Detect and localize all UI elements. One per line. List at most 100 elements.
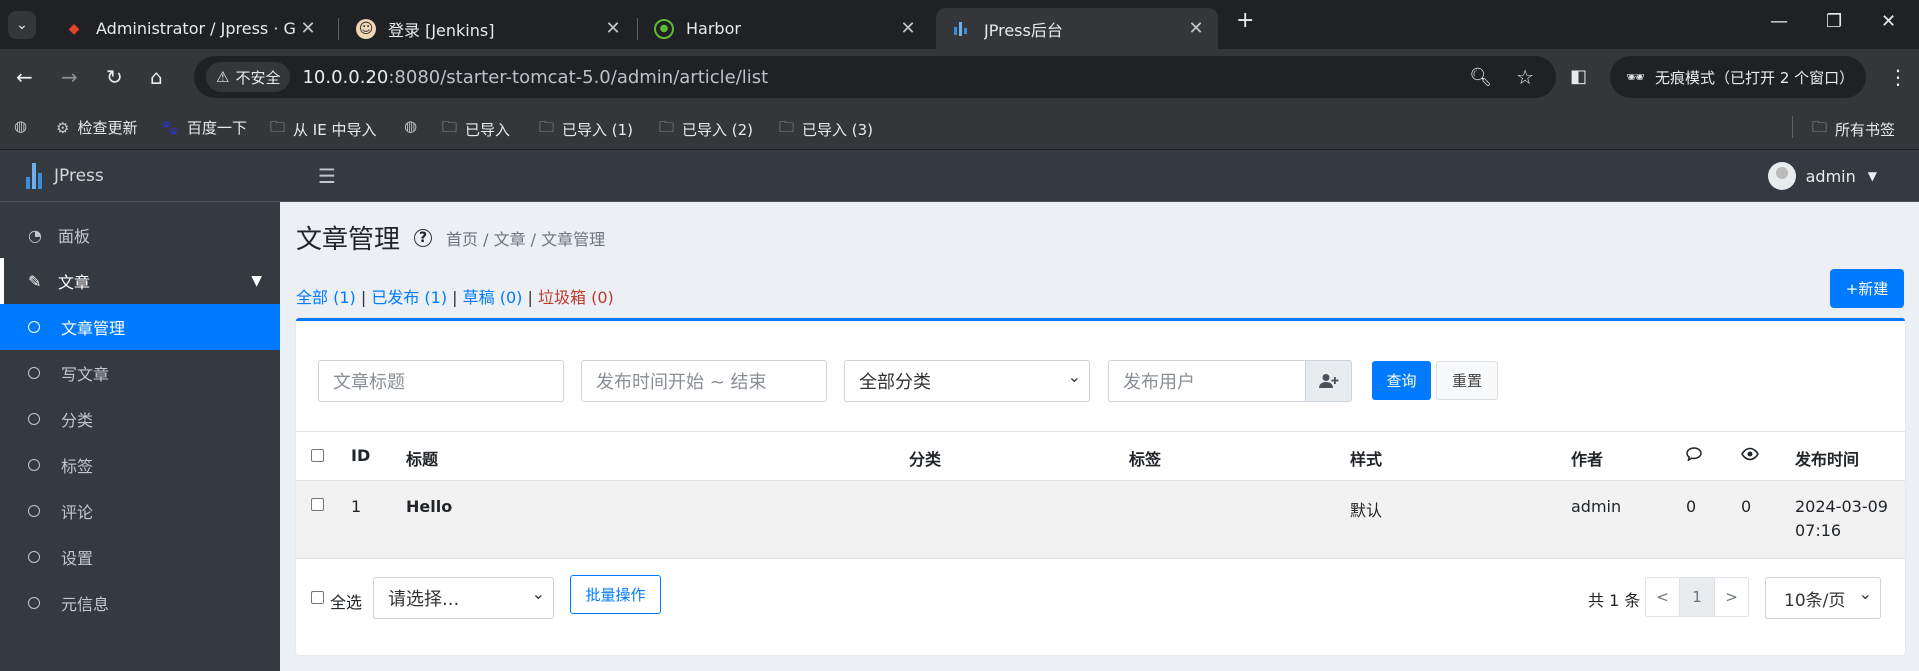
sidebar-item-article[interactable]: ✎ 文章 ▼ <box>0 258 280 304</box>
incognito-icon: 🕶︎ <box>1626 68 1646 86</box>
bookmark-label: 已导入 (1) <box>562 121 634 139</box>
menu-icon[interactable]: ⋮ <box>1888 64 1908 90</box>
sidebar-subitem-label: 写文章 <box>61 365 110 384</box>
close-icon[interactable]: ✕ <box>896 18 920 39</box>
table-footer: 全选 请选择... 批量操作 共 1 条 < 1 > 10条/页 <box>296 559 1905 655</box>
batch-action-button[interactable]: 批量操作 <box>570 575 661 614</box>
back-icon[interactable]: ← <box>16 64 33 90</box>
bookmark-imported-3[interactable]: 🗀 已导入 (3) <box>779 117 873 142</box>
sidebar-item-label: 文章 <box>58 273 91 292</box>
sidebar-subitem-tags[interactable]: 标签 <box>0 442 280 488</box>
user-picker-icon[interactable] <box>1305 360 1352 402</box>
filter-draft[interactable]: 草稿 (0) <box>463 288 523 307</box>
select-all-checkbox[interactable] <box>311 591 324 604</box>
date-range-input[interactable]: 发布时间开始 ~ 结束 <box>581 360 827 402</box>
globe-icon: ◍ <box>14 117 28 135</box>
sidebar-subitem-category[interactable]: 分类 <box>0 396 280 442</box>
sidebar-subitem-settings[interactable]: 设置 <box>0 534 280 580</box>
circle-icon <box>28 597 40 609</box>
side-panel-icon[interactable]: ◧ <box>1570 64 1587 90</box>
caret-down-icon: ▼ <box>1867 169 1877 183</box>
close-icon[interactable]: ✕ <box>601 18 625 39</box>
sidebar-item-label: 面板 <box>58 227 91 246</box>
bookmark-globe[interactable]: ◍ <box>14 117 35 135</box>
incognito-label: 无痕模式（已打开 2 个窗口） <box>1655 68 1855 87</box>
page-title: 文章管理 <box>296 225 401 255</box>
sidebar-subitem-write[interactable]: 写文章 <box>0 350 280 396</box>
brand[interactable]: JPress <box>0 150 280 202</box>
user-menu[interactable]: admin ▼ <box>1767 162 1877 190</box>
category-select[interactable]: 全部分类 <box>844 360 1090 402</box>
tab-gitlab[interactable]: ◆ Administrator / Jpress · GitLab ✕ <box>48 8 330 49</box>
star-icon[interactable]: ☆ <box>1516 65 1534 89</box>
bookmark-imported-1[interactable]: 🗀 已导入 (1) <box>539 117 633 142</box>
row-checkbox[interactable] <box>311 498 324 511</box>
page-size-select[interactable]: 10条/页 <box>1765 577 1881 619</box>
incognito-indicator[interactable]: 🕶︎ 无痕模式（已打开 2 个窗口） <box>1610 56 1866 98</box>
reset-button[interactable]: 重置 <box>1436 361 1498 400</box>
circle-icon <box>28 505 40 517</box>
bookmark-baidu[interactable]: 🐾︎ 百度一下 <box>160 117 247 138</box>
close-icon[interactable]: ✕ <box>1184 18 1208 39</box>
main-content: 文章管理 ? 首页 / 文章 / 文章管理 全部 (1) | 已发布 (1) |… <box>280 202 1919 671</box>
table-header: ID 标题 分类 标签 样式 作者 发布时间 <box>296 431 1905 481</box>
address-bar[interactable]: ⚠ 不安全 10.0.0.20:8080/starter-tomcat-5.0/… <box>194 56 1556 98</box>
bookmark-check-update[interactable]: ⚙ 检查更新 <box>56 117 137 138</box>
select-all-header-checkbox[interactable] <box>311 449 324 462</box>
gear-icon: ⚙ <box>56 118 70 137</box>
page-1-button[interactable]: 1 <box>1679 577 1715 617</box>
user-name: admin <box>1805 166 1856 186</box>
bookmark-globe-2[interactable]: ◍ <box>404 117 425 135</box>
tab-jenkins[interactable]: ☺ 登录 [Jenkins] ✕ <box>340 8 635 49</box>
close-icon[interactable]: ✕ <box>296 18 320 39</box>
forward-icon[interactable]: → <box>61 64 78 90</box>
prev-page-button[interactable]: < <box>1645 577 1680 617</box>
security-indicator[interactable]: ⚠ 不安全 <box>206 62 291 92</box>
sidebar-item-dashboard[interactable]: ◔ 面板 <box>0 212 280 258</box>
bookmark-ie-import[interactable]: 🗀 从 IE 中导入 <box>270 117 376 142</box>
bookmark-imported[interactable]: 🗀 已导入 <box>442 117 510 142</box>
bookmark-label: 百度一下 <box>187 119 248 137</box>
sidebar-subitem-comments[interactable]: 评论 <box>0 488 280 534</box>
select-all-label[interactable]: 全选 <box>330 589 362 613</box>
row-author: admin <box>1571 497 1622 516</box>
window-close-button[interactable]: ✕ <box>1881 11 1896 32</box>
next-page-button[interactable]: > <box>1714 577 1749 617</box>
col-id: ID <box>351 446 371 465</box>
url-host: 10.0.0.20 <box>302 66 389 88</box>
user-search-input[interactable]: 发布用户 <box>1108 360 1307 402</box>
minimize-button[interactable]: — <box>1770 11 1788 32</box>
new-article-button[interactable]: +新建 <box>1830 269 1904 308</box>
restore-button[interactable]: ❐ <box>1826 11 1842 32</box>
sidebar-subitem-meta[interactable]: 元信息 <box>0 580 280 626</box>
new-tab-button[interactable]: + <box>1236 8 1254 33</box>
tab-harbor[interactable]: ● Harbor ✕ <box>638 8 930 49</box>
title-search-input[interactable]: 文章标题 <box>318 360 564 402</box>
all-bookmarks[interactable]: 🗀 所有书签 <box>1812 117 1895 142</box>
zoom-icon[interactable]: 🔍︎ <box>1469 67 1492 88</box>
filter-published[interactable]: 已发布 (1) <box>371 288 447 307</box>
reload-icon[interactable]: ↻ <box>106 64 123 90</box>
query-button[interactable]: 查询 <box>1372 361 1431 400</box>
bookmark-imported-2[interactable]: 🗀 已导入 (2) <box>659 117 753 142</box>
help-icon[interactable]: ? <box>414 228 433 247</box>
circle-icon <box>28 551 40 563</box>
batch-action-select[interactable]: 请选择... <box>373 577 554 619</box>
row-title[interactable]: Hello <box>406 497 452 516</box>
bookmarks-bar: ◍ ⚙ 检查更新 🐾︎ 百度一下 🗀 从 IE 中导入 ◍ 🗀 已导入 🗀 已导入 (1)… <box>0 105 1919 150</box>
col-style: 样式 <box>1350 450 1383 469</box>
url-text[interactable]: 10.0.0.20:8080/starter-tomcat-5.0/admin/… <box>302 67 768 88</box>
filter-trash[interactable]: 垃圾箱 (0) <box>538 288 614 307</box>
col-author: 作者 <box>1571 450 1604 469</box>
eye-icon <box>1741 446 1759 465</box>
sidebar-subitem-article-manage[interactable]: 文章管理 <box>0 304 280 350</box>
bookmark-divider <box>1792 116 1793 138</box>
security-label: 不安全 <box>235 68 281 87</box>
filter-all[interactable]: 全部 (1) <box>296 288 356 307</box>
home-icon[interactable]: ⌂ <box>150 64 163 90</box>
tab-search-button[interactable]: ⌄ <box>8 11 36 39</box>
tab-jpress[interactable]: JPress后台 ✕ <box>936 8 1218 49</box>
folder-icon: 🗀 <box>539 118 555 136</box>
hamburger-icon[interactable]: ☰ <box>318 164 336 188</box>
url-path: :8080/starter-tomcat-5.0/admin/article/l… <box>388 66 769 88</box>
